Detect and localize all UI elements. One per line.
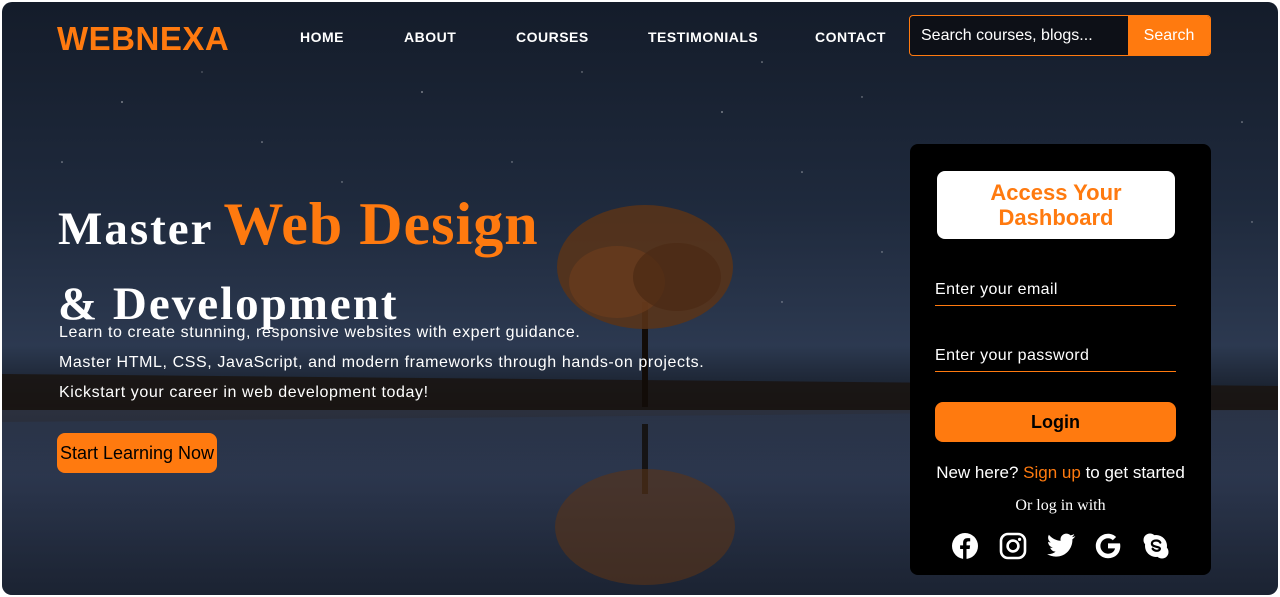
google-icon[interactable] <box>1093 531 1123 561</box>
hero-title-part1: Master <box>58 203 214 255</box>
alt-login-text: Or log in with <box>1015 497 1106 514</box>
nav-courses[interactable]: COURSES <box>516 29 589 45</box>
instagram-icon[interactable] <box>998 531 1028 561</box>
twitter-icon[interactable] <box>1046 531 1076 561</box>
facebook-icon[interactable] <box>950 531 980 561</box>
nav-home[interactable]: HOME <box>300 29 344 45</box>
start-learning-button[interactable]: Start Learning Now <box>57 433 217 473</box>
signup-suffix: to get started <box>1085 463 1185 482</box>
hero-title-accent: Web Design <box>223 191 539 257</box>
search-input[interactable] <box>910 16 1128 55</box>
hero-line-2: Master HTML, CSS, JavaScript, and modern… <box>59 354 705 371</box>
hero-line-1: Learn to create stunning, responsive web… <box>59 324 581 341</box>
search-button[interactable]: Search <box>1128 16 1210 55</box>
page-frame: WEBNEXA HOME ABOUT COURSES TESTIMONIALS … <box>2 2 1278 595</box>
signup-link[interactable]: Sign up <box>1023 463 1081 482</box>
email-field[interactable] <box>935 274 1176 306</box>
social-login-row <box>950 530 1171 562</box>
search-bar: Search <box>909 15 1211 56</box>
hero-line-3: Kickstart your career in web development… <box>59 384 429 401</box>
signup-prompt: New here? Sign up to get started <box>910 463 1211 483</box>
login-card: Access Your Dashboard Login New here? Si… <box>910 144 1211 575</box>
nav-about[interactable]: ABOUT <box>404 29 456 45</box>
nav-testimonials[interactable]: TESTIMONIALS <box>648 29 758 45</box>
nav-contact[interactable]: CONTACT <box>815 29 886 45</box>
skype-icon[interactable] <box>1141 531 1171 561</box>
login-button[interactable]: Login <box>935 402 1176 442</box>
brand-logo[interactable]: WEBNEXA <box>57 20 229 58</box>
password-field[interactable] <box>935 340 1176 372</box>
hero-title: Master Web Design & Development <box>58 192 539 336</box>
login-card-title: Access Your Dashboard <box>937 171 1175 239</box>
signup-prefix: New here? <box>936 463 1019 482</box>
